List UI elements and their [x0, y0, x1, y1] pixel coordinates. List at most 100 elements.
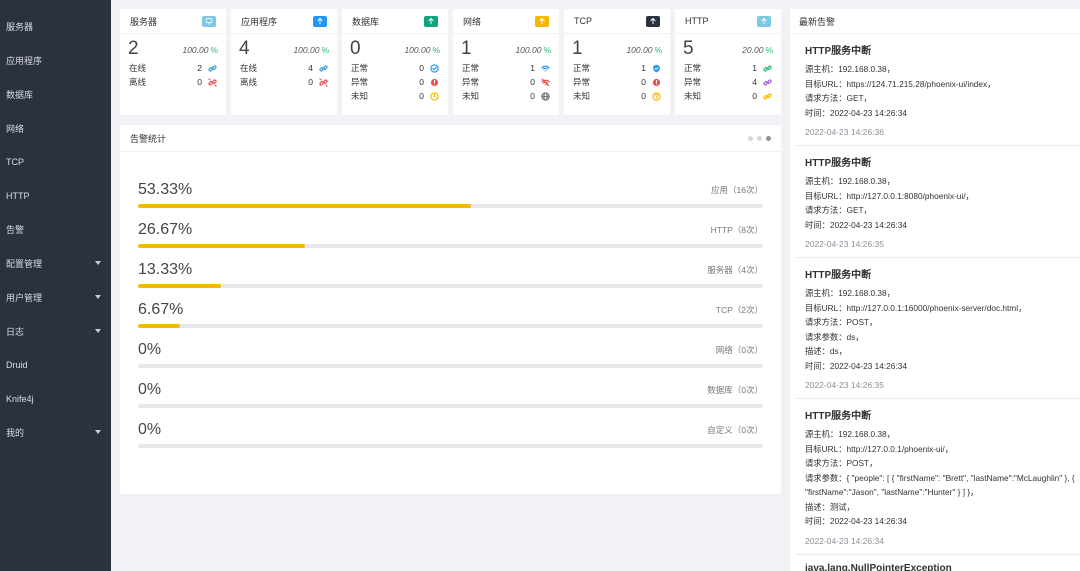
arrow-up-icon[interactable]	[646, 15, 660, 27]
carousel-dot-active[interactable]	[766, 135, 771, 141]
alarm-detail-line: 目标URL：https://124.71.215.28/phoenix-ui/i…	[805, 78, 996, 89]
alarm-stat-label: 应用（16次）	[711, 185, 763, 195]
stat-row-value: 1	[530, 63, 535, 73]
stat-row-value-wrap: 0	[530, 77, 550, 87]
progress-track	[138, 444, 763, 448]
stat-row-label: 离线	[129, 77, 147, 87]
stat-percent-value: 100.00	[626, 45, 653, 55]
wifi-icon	[541, 64, 550, 73]
alarm-stats-bars: 53.33% 应用（16次） 26.67% HTTP（8次） 13.33% 服务器（4次）…	[138, 179, 763, 459]
stat-card[interactable]: 服务器 2 100.00% 在线 2 离线 0	[120, 9, 226, 115]
stat-row[interactable]: 异常 0	[462, 75, 550, 89]
stat-row[interactable]: 异常 0	[573, 75, 661, 89]
sidebar-item[interactable]: Knife4j	[0, 382, 111, 416]
stat-row-value: 0	[197, 77, 202, 87]
alarm-title: HTTP服务中断	[805, 158, 872, 169]
sidebar-item[interactable]: TCP	[0, 145, 111, 179]
alarm-timestamp: 2022-04-23 14:26:34	[805, 535, 884, 546]
sidebar-item[interactable]: 应用程序	[0, 44, 111, 78]
stat-count: 1	[572, 38, 583, 59]
alarm-item[interactable]: HTTP服务中断 源主机：192.168.0.38， 目标URL：https://1…	[796, 34, 1080, 146]
stat-card-summary: 0 100.00%	[342, 37, 448, 61]
sidebar-item[interactable]: Druid	[0, 348, 111, 382]
stat-row-value: 0	[641, 77, 646, 87]
stat-row[interactable]: 未知 0	[351, 89, 439, 103]
stat-row[interactable]: 未知 0	[573, 89, 661, 103]
stat-row[interactable]: 未知 0	[462, 89, 550, 103]
alarm-list[interactable]: HTTP服务中断 源主机：192.168.0.38， 目标URL：https://1…	[790, 34, 1080, 571]
stat-card[interactable]: 数据库 0 100.00% 正常 0 异常 0 未知 0	[342, 9, 448, 115]
broken-link-icon	[319, 77, 328, 87]
arrow-up-icon[interactable]	[757, 15, 771, 27]
stat-row-label: 离线	[240, 77, 258, 87]
sidebar-item[interactable]: 日志	[0, 314, 111, 348]
stat-rows: 正常 0 异常 0 未知 0	[342, 61, 448, 103]
stat-row-value-wrap: 0	[308, 77, 328, 87]
alarm-item[interactable]: HTTP服务中断 源主机：192.168.0.38， 目标URL：http://12…	[796, 399, 1080, 555]
stat-row[interactable]: 正常 1	[684, 61, 772, 75]
sidebar-item[interactable]: 用户管理	[0, 280, 111, 314]
alarm-detail-line: 请求方法：POST，	[805, 458, 878, 468]
alarm-item[interactable]: HTTP服务中断 源主机：192.168.0.38， 目标URL：http://12…	[796, 146, 1080, 258]
stat-row[interactable]: 正常 1	[462, 61, 550, 75]
stat-row[interactable]: 离线 0	[240, 75, 328, 89]
stat-percent: 100.00%	[626, 45, 662, 55]
sidebar-item[interactable]: 配置管理	[0, 247, 111, 281]
sidebar-item[interactable]: 告警	[0, 213, 111, 247]
alarm-item[interactable]: java.lang.NullPointerException	[796, 555, 1080, 571]
globe-icon	[541, 91, 550, 101]
alarm-detail-line: 描述：ds，	[805, 346, 847, 356]
stat-row[interactable]: 在线 2	[129, 61, 217, 75]
stat-card-summary: 2 100.00%	[120, 37, 226, 61]
stat-count: 1	[461, 38, 472, 59]
alarm-stat-row: 0% 数据库（0次）	[138, 379, 763, 419]
sidebar-item-label: Knife4j	[6, 393, 34, 404]
stat-row[interactable]: 异常 4	[684, 75, 772, 89]
stat-rows: 正常 1 异常 0 未知 0	[564, 61, 670, 103]
stat-row[interactable]: 未知 0	[684, 89, 772, 103]
stat-row[interactable]: 异常 0	[351, 75, 439, 89]
sidebar-item[interactable]: 服务器	[0, 10, 111, 44]
stat-row-label: 未知	[684, 91, 702, 101]
stat-card[interactable]: 网络 1 100.00% 正常 1 异常 0 未知 0	[453, 9, 559, 115]
stat-row[interactable]: 在线 4	[240, 61, 328, 75]
carousel-dot[interactable]	[748, 135, 753, 141]
alarm-detail-line: 请求参数：{ "people": [ { "firstName": "Brett…	[805, 472, 1075, 498]
carousel-dots[interactable]	[748, 135, 771, 141]
alarm-stat-percent: 26.67%	[138, 221, 193, 238]
stat-row[interactable]: 正常 1	[573, 61, 661, 75]
stat-row-label: 正常	[351, 63, 369, 73]
stat-row-label: 未知	[351, 91, 369, 101]
arrow-up-icon[interactable]	[424, 15, 438, 27]
sidebar-item-label: 我的	[6, 427, 25, 438]
sidebar-item[interactable]: 网络	[0, 111, 111, 145]
alarm-detail-line: 请求方法：POST，	[805, 317, 878, 327]
alarm-detail-line: 目标URL：http://127.0.0.1/phoenix-ui/，	[805, 443, 954, 454]
latest-alarms-header: 最新告警	[790, 9, 1080, 34]
stat-card-title: TCP	[574, 16, 592, 26]
sidebar-item[interactable]: HTTP	[0, 179, 111, 213]
stat-row[interactable]: 离线 0	[129, 75, 217, 89]
stat-row-value-wrap: 0	[419, 63, 439, 73]
sidebar-item[interactable]: 数据库	[0, 78, 111, 112]
stat-card[interactable]: HTTP 5 20.00% 正常 1 异常 4 未知 0	[675, 9, 781, 115]
alarm-item[interactable]: HTTP服务中断 源主机：192.168.0.38， 目标URL：http://12…	[796, 258, 1080, 399]
stat-row[interactable]: 正常 0	[351, 61, 439, 75]
alarm-detail-line: 请求方法：GET，	[805, 93, 872, 103]
carousel-dot[interactable]	[757, 135, 762, 141]
alarm-stat-label: 服务器（4次）	[707, 265, 763, 275]
stat-card[interactable]: 应用程序 4 100.00% 在线 4 离线 0	[231, 9, 337, 115]
stat-percent-sign: %	[765, 45, 773, 55]
sidebar-item[interactable]: 我的	[0, 416, 111, 450]
sidebar-item-label: 告警	[6, 225, 25, 236]
arrow-up-icon[interactable]	[313, 15, 327, 27]
stat-card[interactable]: TCP 1 100.00% 正常 1 异常 0 未知 0	[564, 9, 670, 115]
arrow-up-icon[interactable]	[535, 15, 549, 27]
progress-track	[138, 364, 763, 368]
alarm-timestamp: 2022-04-23 14:26:35	[805, 239, 884, 249]
monitor-icon[interactable]	[202, 15, 216, 27]
alarm-timestamp: 2022-04-23 14:26:35	[805, 380, 884, 390]
alarm-stat-percent: 0%	[138, 341, 162, 358]
progress-fill	[138, 204, 472, 208]
alarm-stat-percent: 6.67%	[138, 301, 184, 318]
